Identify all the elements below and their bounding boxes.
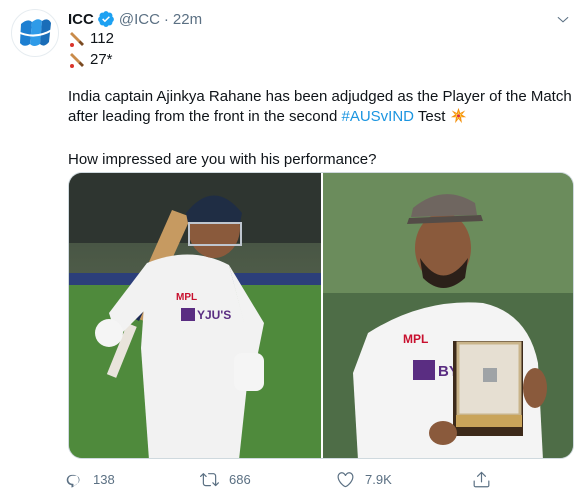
tweet-header: ICC @ICC · 22m [68, 9, 202, 29]
collision-icon [450, 107, 467, 130]
avatar[interactable] [11, 9, 59, 57]
author-name[interactable]: ICC [68, 11, 94, 28]
reply-button[interactable]: 138 [64, 468, 115, 490]
tweet-paragraph-1: India captain Ajinkya Rahane has been ad… [68, 87, 573, 130]
photo-award[interactable]: MPL BY [323, 173, 573, 458]
svg-text:MPL: MPL [403, 332, 428, 346]
tweet-text: India captain Ajinkya Rahane has been ad… [68, 87, 573, 170]
separator-dot: · [163, 10, 169, 28]
share-icon [473, 471, 490, 487]
media-grid[interactable]: MPL YJU'S MPL BY [68, 172, 574, 459]
photo-batting-image: MPL YJU'S [69, 173, 321, 458]
reply-icon [66, 474, 80, 488]
cricket-bat-icon [68, 30, 86, 48]
verified-badge-icon [97, 10, 115, 28]
tweet-paragraph-2: How impressed are you with his performan… [68, 151, 377, 168]
more-options-chevron-icon[interactable] [552, 9, 574, 31]
svg-text:MPL: MPL [176, 292, 197, 303]
photo-award-image: MPL BY [323, 173, 573, 458]
stats-line-2: 27* [68, 50, 113, 69]
tweet-text-span: Test [414, 108, 450, 125]
stats-line-1: 112 [68, 29, 114, 48]
tweet-actions: 138 686 7.9K [64, 468, 514, 490]
heart-icon [337, 471, 354, 487]
tweet-card[interactable]: ICC @ICC · 22m 112 27* India captain Aji… [0, 0, 584, 492]
reply-count: 138 [93, 471, 115, 487]
photo-batting[interactable]: MPL YJU'S [69, 173, 321, 458]
retweet-button[interactable]: 686 [200, 468, 251, 490]
like-button[interactable]: 7.9K [336, 468, 392, 490]
stats-value: 27* [90, 51, 113, 68]
retweet-count: 686 [229, 471, 251, 487]
tweet-text-span: India captain Ajinkya Rahane has been ad… [68, 88, 572, 125]
stats-value: 112 [90, 30, 114, 47]
share-button[interactable] [472, 468, 501, 490]
svg-text:YJU'S: YJU'S [197, 308, 231, 322]
retweet-icon [200, 472, 219, 486]
icc-logo-icon [13, 11, 57, 55]
cricket-bat-icon [68, 51, 86, 69]
timestamp[interactable]: 22m [173, 11, 202, 28]
author-handle[interactable]: @ICC [119, 11, 160, 28]
like-count: 7.9K [365, 471, 392, 487]
hashtag-link[interactable]: #AUSvIND [342, 108, 415, 125]
